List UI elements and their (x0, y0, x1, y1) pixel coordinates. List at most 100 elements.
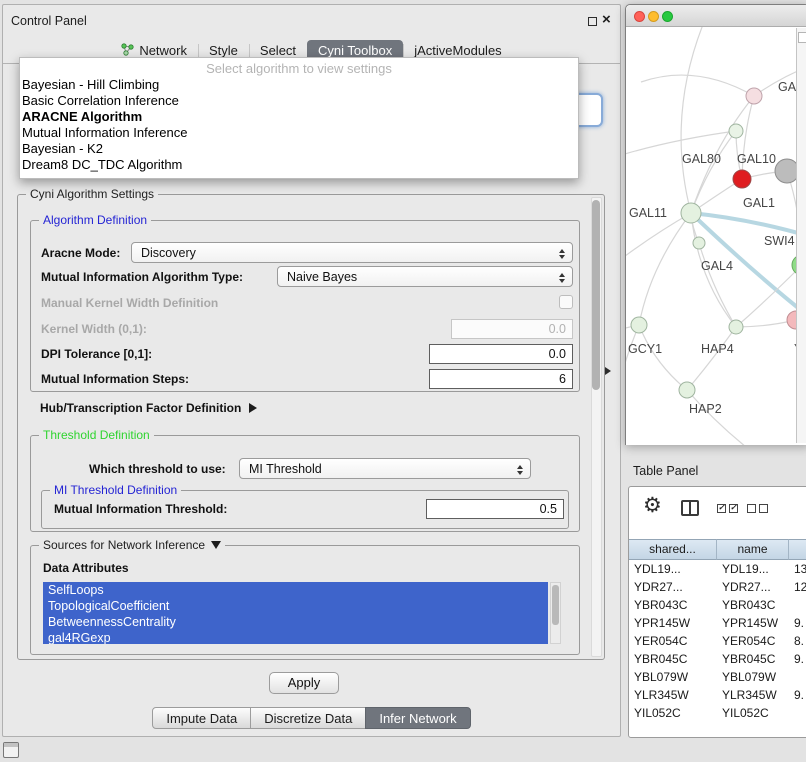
network-canvas[interactable]: GAL8GAL80GAL10GAL11GAL1SWI4GAL4GCY1HAP4Y… (626, 27, 806, 445)
deselect-all-icon[interactable] (747, 504, 768, 513)
bottom-tab-discretize-data[interactable]: Discretize Data (250, 707, 366, 729)
table-row[interactable]: YPR145WYPR145W9. (629, 614, 806, 632)
scroll-button[interactable] (798, 32, 806, 43)
algorithm-option-dream8-dc-tdc-algorithm[interactable]: Dream8 DC_TDC Algorithm (20, 157, 578, 173)
bottom-tab-infer-network[interactable]: Infer Network (365, 707, 470, 729)
cell-shared-name[interactable]: YBL079W (629, 668, 717, 686)
node-gal4[interactable] (693, 237, 705, 249)
algorithm-option-bayesian-k2[interactable]: Bayesian - K2 (20, 141, 578, 157)
mi-threshold-group: MI Threshold Definition Mutual Informati… (41, 490, 569, 529)
table-row[interactable]: YIL052CYIL052C (629, 704, 806, 722)
tab-label: Cyni Toolbox (318, 43, 392, 58)
mi-threshold-field[interactable]: 0.5 (426, 499, 564, 519)
cyni-algorithm-settings-group: Cyni Algorithm Settings Algorithm Defini… (17, 194, 605, 660)
algorithm-option-aracne-algorithm[interactable]: ARACNE Algorithm (20, 109, 578, 125)
close-window-button[interactable] (634, 11, 645, 22)
attributes-scrollbar[interactable] (550, 582, 561, 644)
node-hap2[interactable] (679, 382, 695, 398)
cell-value[interactable]: 13 (789, 560, 806, 578)
minimize-window-button[interactable] (648, 11, 659, 22)
cell-shared-name[interactable]: YLR345W (629, 686, 717, 704)
algorithm-option-list: Bayesian - Hill ClimbingBasic Correlatio… (20, 77, 578, 173)
column-header-name[interactable]: name (717, 539, 789, 560)
sources-toggle[interactable]: Sources for Network Inference (39, 538, 225, 552)
algorithm-option-bayesian-hill-climbing[interactable]: Bayesian - Hill Climbing (20, 77, 578, 93)
cell-shared-name[interactable]: YPR145W (629, 614, 717, 632)
table-row[interactable]: YBR045CYBR045C9. (629, 650, 806, 668)
cell-name[interactable]: YBL079W (717, 668, 789, 686)
node-gal11[interactable] (681, 203, 701, 223)
cell-name[interactable]: YPR145W (717, 614, 789, 632)
cell-value[interactable]: 8. (789, 632, 806, 650)
node-top-pink[interactable] (746, 88, 762, 104)
apply-button[interactable]: Apply (269, 672, 339, 694)
node-gcy1[interactable] (631, 317, 647, 333)
cell-value[interactable]: 12 (789, 578, 806, 596)
zoom-window-button[interactable] (662, 11, 673, 22)
float-panel-icon[interactable] (588, 17, 597, 26)
window-titlebar[interactable] (626, 5, 806, 27)
close-panel-icon[interactable]: × (602, 11, 611, 28)
table-row[interactable]: YDR27...YDR27...12 (629, 578, 806, 596)
column-chooser-icon[interactable] (681, 500, 699, 516)
aracne-mode-select[interactable]: Discovery (131, 242, 573, 263)
column-header-item[interactable] (789, 539, 806, 560)
bottom-tab-impute-data[interactable]: Impute Data (152, 707, 251, 729)
dpi-tolerance-field[interactable]: 0.0 (429, 344, 573, 364)
tab-label: jActiveModules (414, 43, 501, 58)
cell-value[interactable] (789, 596, 806, 614)
algorithm-option-basic-correlation-inference[interactable]: Basic Correlation Inference (20, 93, 578, 109)
cell-value[interactable]: 9. (789, 614, 806, 632)
node-gal80[interactable] (729, 124, 743, 138)
cell-name[interactable]: YLR345W (717, 686, 789, 704)
table-panel: ⚙ shared...name YDL19...YDL19...13YDR27.… (628, 486, 806, 738)
collapsed-panel-icon[interactable] (3, 742, 19, 758)
settings-gear-icon[interactable]: ⚙ (643, 493, 662, 518)
cell-name[interactable]: YIL052C (717, 704, 789, 722)
attribute-item-selfloops[interactable]: SelfLoops (43, 582, 548, 598)
hub-definition-toggle[interactable]: Hub/Transcription Factor Definition (40, 401, 257, 415)
cell-value[interactable] (789, 704, 806, 722)
control-panel-title: Control Panel (11, 14, 87, 28)
cell-name[interactable]: YDL19... (717, 560, 789, 578)
cell-shared-name[interactable]: YER054C (629, 632, 717, 650)
cell-shared-name[interactable]: YBR043C (629, 596, 717, 614)
cell-name[interactable]: YER054C (717, 632, 789, 650)
node-gal10[interactable] (733, 170, 751, 188)
splitter-arrow-icon[interactable] (605, 367, 611, 375)
mi-steps-field[interactable]: 6 (429, 369, 573, 389)
algorithm-option-mutual-information-inference[interactable]: Mutual Information Inference (20, 125, 578, 141)
cell-value[interactable]: 9. (789, 650, 806, 668)
cell-shared-name[interactable]: YIL052C (629, 704, 717, 722)
node-hap4[interactable] (729, 320, 743, 334)
mi-type-select[interactable]: Naive Bayes (277, 266, 573, 287)
attribute-item-betweennesscentrality[interactable]: BetweennessCentrality (43, 614, 548, 630)
cell-shared-name[interactable]: YBR045C (629, 650, 717, 668)
which-threshold-value: MI Threshold (249, 461, 322, 478)
scrollbar-thumb[interactable] (552, 585, 559, 625)
network-scrollbar[interactable] (796, 28, 806, 443)
attribute-item-gal4rgexp[interactable]: gal4RGexp (43, 630, 548, 644)
table-row[interactable]: YER054CYER054C8. (629, 632, 806, 650)
settings-scrollbar[interactable] (591, 197, 602, 657)
scrollbar-thumb[interactable] (592, 200, 600, 390)
cell-shared-name[interactable]: YDR27... (629, 578, 717, 596)
aracne-mode-label: Aracne Mode: (41, 243, 120, 264)
cell-name[interactable]: YBR043C (717, 596, 789, 614)
table-row[interactable]: YBL079WYBL079W (629, 668, 806, 686)
column-header-shared[interactable]: shared... (629, 539, 717, 560)
select-all-icon[interactable] (717, 504, 738, 513)
table-row[interactable]: YLR345WYLR345W9. (629, 686, 806, 704)
mi-threshold-label: Mutual Information Threshold: (54, 499, 227, 520)
table-body: YDL19...YDL19...13YDR27...YDR27...12YBR0… (629, 560, 806, 737)
which-threshold-select[interactable]: MI Threshold (239, 458, 531, 479)
cell-name[interactable]: YDR27... (717, 578, 789, 596)
cell-name[interactable]: YBR045C (717, 650, 789, 668)
table-row[interactable]: YBR043CYBR043C (629, 596, 806, 614)
cell-value[interactable] (789, 668, 806, 686)
mi-steps-label: Mutual Information Steps: (41, 369, 189, 390)
attribute-item-topologicalcoefficient[interactable]: TopologicalCoefficient (43, 598, 548, 614)
cell-shared-name[interactable]: YDL19... (629, 560, 717, 578)
table-row[interactable]: YDL19...YDL19...13 (629, 560, 806, 578)
cell-value[interactable]: 9. (789, 686, 806, 704)
